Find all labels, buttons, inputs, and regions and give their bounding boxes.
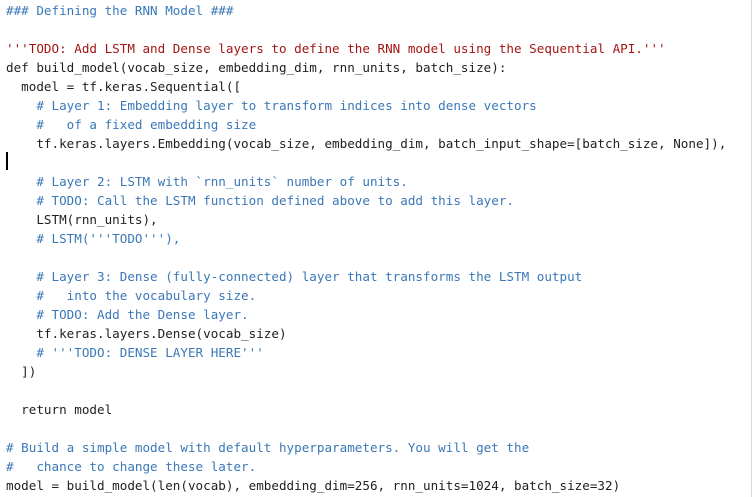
code-line[interactable]: # Layer 3: Dense (fully-connected) layer… — [6, 267, 582, 286]
code-line[interactable]: # LSTM('''TODO'''), — [6, 229, 180, 248]
code-line[interactable]: # '''TODO: DENSE LAYER HERE''' — [6, 343, 263, 362]
code-line[interactable]: # Build a simple model with default hype… — [6, 438, 529, 457]
code-line[interactable]: # of a fixed embedding size — [6, 115, 256, 134]
text-cursor — [6, 152, 8, 170]
code-line[interactable]: '''TODO: Add LSTM and Dense layers to de… — [6, 39, 666, 58]
code-line[interactable]: # TODO: Call the LSTM function defined a… — [6, 191, 514, 210]
code-line[interactable]: # TODO: Add the Dense layer. — [6, 305, 248, 324]
code-line[interactable]: model = tf.keras.Sequential([ — [6, 77, 241, 96]
editor-right-border — [751, 0, 752, 497]
code-line[interactable]: ]) — [6, 362, 36, 381]
code-line[interactable]: ### Defining the RNN Model ### — [6, 1, 233, 20]
code-line[interactable]: # into the vocabulary size. — [6, 286, 256, 305]
code-line[interactable]: def build_model(vocab_size, embedding_di… — [6, 58, 506, 77]
code-line[interactable]: tf.keras.layers.Embedding(vocab_size, em… — [6, 134, 726, 153]
code-line[interactable]: # Layer 2: LSTM with `rnn_units` number … — [6, 172, 408, 191]
code-line[interactable]: LSTM(rnn_units), — [6, 210, 157, 229]
code-line[interactable]: tf.keras.layers.Dense(vocab_size) — [6, 324, 286, 343]
code-line[interactable]: # chance to change these later. — [6, 457, 256, 476]
code-line[interactable]: # Layer 1: Embedding layer to transform … — [6, 96, 536, 115]
code-line[interactable]: model = build_model(len(vocab), embeddin… — [6, 476, 620, 495]
code-editor[interactable]: ### Defining the RNN Model ### '''TODO: … — [0, 0, 756, 497]
code-line[interactable]: return model — [6, 400, 112, 419]
